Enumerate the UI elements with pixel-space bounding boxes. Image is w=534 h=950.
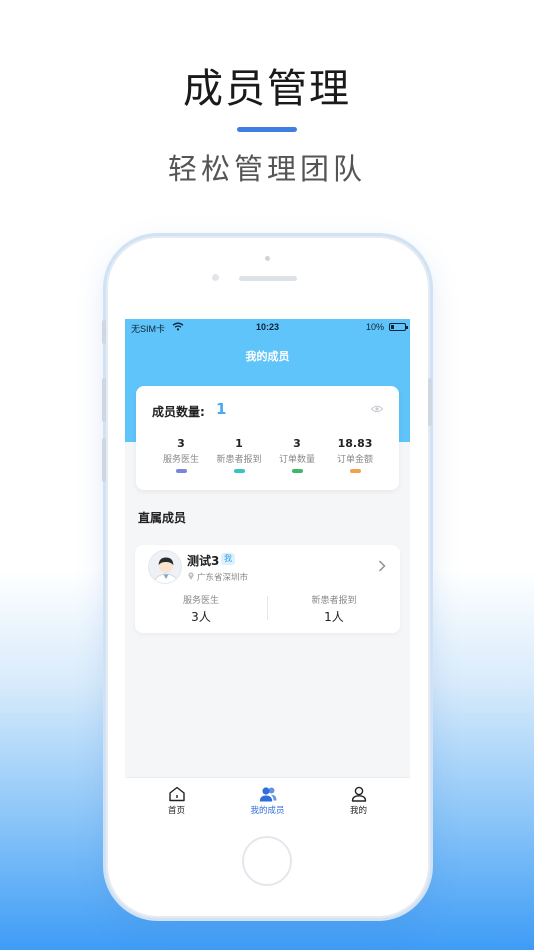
- tab-label: 我的: [349, 806, 367, 816]
- proximity-sensor: [212, 274, 219, 281]
- member-count-card: 成员数量: 1 3 服务医生 1 新患者报到 3 订单数量 18.83 订单金额: [136, 386, 399, 490]
- stat-label: 新患者报到: [216, 455, 262, 465]
- stat-value: 3: [293, 437, 301, 450]
- stat-order-amount: 18.83 订单金额: [322, 437, 388, 473]
- battery-percent: 10%: [365, 322, 384, 332]
- member-stat-patients: 新患者报到 1人: [268, 593, 400, 625]
- member-stat-value: 3人: [191, 610, 211, 624]
- stat-new-patients: 1 新患者报到: [206, 437, 272, 473]
- chevron-right-icon[interactable]: [378, 560, 386, 572]
- battery-icon: [389, 323, 408, 331]
- promo-title: 成员管理: [183, 66, 351, 112]
- tab-label: 我的成员: [250, 806, 285, 816]
- me-badge: 我: [221, 553, 235, 565]
- phone-power-button: [428, 378, 432, 426]
- home-button[interactable]: [242, 836, 292, 886]
- tab-mine[interactable]: 我的: [311, 786, 406, 816]
- stat-service-doctors: 3 服务医生: [148, 437, 214, 473]
- stat-label: 服务医生: [162, 455, 199, 465]
- profile-icon: [351, 786, 366, 802]
- phone-volume-up: [102, 378, 106, 422]
- nav-title: 我的成员: [245, 350, 290, 363]
- home-icon: [168, 786, 185, 802]
- stat-label: 订单金额: [336, 455, 373, 465]
- member-count-label: 成员数量:: [152, 405, 205, 419]
- stat-value: 1: [235, 437, 243, 450]
- stat-color-bar: [175, 469, 187, 473]
- member-card[interactable]: 测试3 我 广东省深圳市 服务医生 3人 新患者报到 1人: [135, 545, 400, 633]
- member-stat-label: 新患者报到: [311, 596, 357, 606]
- member-stat-value: 1人: [324, 610, 344, 624]
- doctor-avatar-icon: [153, 557, 179, 583]
- member-count-value: 1: [216, 400, 227, 418]
- stats-row: 3 服务医生 1 新患者报到 3 订单数量 18.83 订单金额: [136, 437, 399, 477]
- member-name: 测试3: [187, 554, 220, 568]
- members-icon: [259, 787, 276, 802]
- app-screen: 无SIM卡 10:23 10% 我的成员 成员数量: 1 3 服务医生 1 新患…: [125, 319, 410, 825]
- avatar: [148, 550, 182, 584]
- member-location: 广东省深圳市: [197, 573, 249, 583]
- status-bar: 无SIM卡 10:23 10%: [125, 319, 410, 335]
- phone-volume-down: [102, 438, 106, 482]
- phone-mute-switch: [102, 320, 106, 344]
- member-stat-label: 服务医生: [182, 596, 219, 606]
- tab-home[interactable]: 首页: [129, 786, 224, 816]
- location-pin-icon: [188, 572, 194, 580]
- tab-bar: 首页 我的成员 我的: [125, 777, 410, 825]
- member-stat-doctors: 服务医生 3人: [135, 593, 267, 625]
- stat-color-bar: [291, 469, 303, 473]
- member-stats: 服务医生 3人 新患者报到 1人: [135, 593, 400, 625]
- stat-value: 3: [177, 437, 185, 450]
- tab-label: 首页: [167, 806, 185, 816]
- earpiece-speaker: [239, 276, 297, 281]
- section-title: 直属成员: [138, 511, 187, 525]
- stat-color-bar: [233, 469, 245, 473]
- stat-order-count: 3 订单数量: [264, 437, 330, 473]
- promo-divider: [237, 127, 297, 132]
- front-camera: [265, 256, 270, 261]
- stat-color-bar: [349, 469, 361, 473]
- stat-label: 订单数量: [278, 455, 315, 465]
- promo-subtitle: 轻松管理团队: [167, 152, 366, 186]
- tab-members[interactable]: 我的成员: [220, 786, 315, 816]
- stat-value: 18.83: [337, 437, 373, 450]
- eye-icon[interactable]: [371, 405, 383, 413]
